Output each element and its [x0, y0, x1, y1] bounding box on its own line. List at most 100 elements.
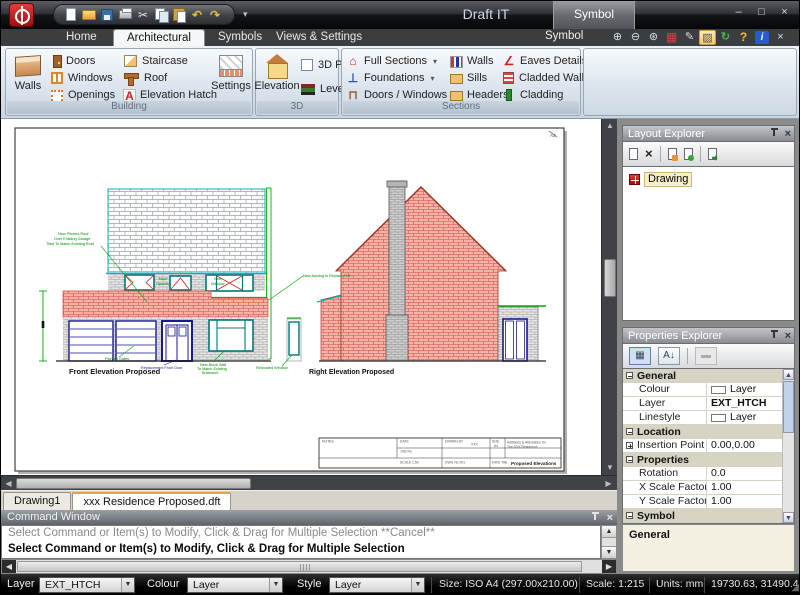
- pin-icon[interactable]: [591, 511, 600, 523]
- walls-button[interactable]: Walls: [8, 52, 48, 102]
- tab-architectural[interactable]: Architectural: [113, 29, 205, 46]
- staircase-button[interactable]: Staircase: [123, 53, 217, 69]
- windows-button[interactable]: Windows: [50, 70, 115, 86]
- zoom-out-icon[interactable]: ⊖: [627, 30, 644, 45]
- context-tab-symbol[interactable]: Symbol: [553, 1, 635, 29]
- scroll-up-icon[interactable]: ▲: [602, 119, 618, 133]
- title-block[interactable]: NOTES DATE DRAWN BY XXX JOB No SIZE A4 A…: [319, 438, 561, 468]
- canvas-vertical-scrollbar[interactable]: ▲ ▼: [601, 119, 617, 475]
- layout-tree-item-drawing[interactable]: Drawing: [629, 172, 794, 187]
- cut-icon[interactable]: ✂: [134, 6, 152, 23]
- maximize-button[interactable]: □: [753, 5, 770, 20]
- foundations-button[interactable]: ⊥Foundations▾: [346, 70, 457, 86]
- qat-customize-caret-icon[interactable]: ▾: [243, 9, 248, 20]
- category-row[interactable]: Properties: [623, 453, 794, 467]
- scroll-right-icon[interactable]: ▶: [602, 560, 616, 573]
- draw-line-icon[interactable]: ✎: [681, 30, 698, 45]
- dropdown-caret-icon[interactable]: ▼: [411, 578, 424, 592]
- undo-icon[interactable]: ↶: [188, 6, 206, 23]
- layer-dropdown[interactable]: EXT_HTCH▼: [39, 577, 135, 593]
- paste-icon[interactable]: [170, 6, 188, 23]
- scroll-right-icon[interactable]: ▶: [601, 476, 616, 491]
- style-dropdown[interactable]: Layer▼: [329, 577, 425, 593]
- resize-grip-icon[interactable]: ◢: [791, 582, 799, 593]
- tab-views-settings[interactable]: Views & Settings: [263, 29, 375, 46]
- grid-scroll-thumb[interactable]: [783, 381, 794, 433]
- new-icon[interactable]: [62, 6, 80, 23]
- drawing-canvas[interactable]: A2: [1, 119, 601, 475]
- canvas-horizontal-scrollbar[interactable]: ◀ ▶: [1, 475, 617, 490]
- doors-button[interactable]: Doors: [50, 53, 115, 69]
- tab-home[interactable]: Home: [53, 29, 110, 46]
- walls-section-button[interactable]: Walls: [450, 53, 509, 69]
- dropdown-caret-icon: ▾: [433, 57, 437, 66]
- new-layout-icon[interactable]: [629, 148, 638, 160]
- scroll-left-icon[interactable]: ◀: [2, 560, 16, 573]
- colour-dropdown[interactable]: Layer▼: [187, 577, 283, 593]
- copy-icon[interactable]: [152, 6, 170, 23]
- snap-grid-icon[interactable]: ▦: [663, 30, 680, 45]
- sills-button[interactable]: Sills: [450, 70, 509, 86]
- roof-button[interactable]: Roof: [123, 70, 217, 86]
- close-panel-icon[interactable]: ×: [607, 511, 613, 525]
- redo-icon[interactable]: ↷: [206, 6, 224, 23]
- close-button[interactable]: ×: [776, 5, 793, 20]
- category-row[interactable]: General: [623, 369, 794, 383]
- export-layout-icon[interactable]: [708, 148, 717, 160]
- elevation-button[interactable]: Elevation: [257, 52, 297, 102]
- app-menu-icon[interactable]: [9, 3, 34, 27]
- minimize-button[interactable]: –: [730, 5, 747, 20]
- command-history[interactable]: Select Command or Item(s) to Modify, Cli…: [1, 525, 601, 559]
- doc-tab-drawing1[interactable]: Drawing1: [3, 492, 71, 510]
- scroll-up-icon[interactable]: ▲: [783, 369, 794, 380]
- vertical-scroll-thumb[interactable]: [604, 259, 616, 297]
- help-icon[interactable]: ?: [735, 30, 752, 45]
- refresh-icon[interactable]: ↻: [717, 30, 734, 45]
- pin-icon[interactable]: [770, 329, 779, 341]
- property-row[interactable]: Insertion Point 0.00,0.00: [623, 439, 794, 453]
- property-row[interactable]: X Scale Factor 1.00: [623, 481, 794, 495]
- doc-tab-residence[interactable]: xxx Residence Proposed.dft: [72, 492, 231, 510]
- category-row[interactable]: Symbol: [623, 509, 794, 523]
- close-panel-icon[interactable]: ×: [785, 329, 791, 343]
- property-row[interactable]: Y Scale Factor 1.00: [623, 495, 794, 509]
- command-vertical-scrollbar[interactable]: ▲ ▼: [601, 525, 617, 559]
- delete-layout-icon[interactable]: ×: [645, 148, 653, 160]
- zoom-in-icon[interactable]: ⊕: [609, 30, 626, 45]
- property-row[interactable]: Linestyle Layer: [623, 411, 794, 425]
- cladded-walls-button[interactable]: Cladded Walls: [502, 70, 590, 86]
- scroll-down-icon[interactable]: ▼: [783, 512, 794, 523]
- save-icon[interactable]: [98, 6, 116, 23]
- scroll-down-icon[interactable]: ▼: [602, 461, 618, 475]
- dropdown-caret-icon[interactable]: ▼: [121, 578, 134, 592]
- strip-close-icon[interactable]: ×: [772, 30, 789, 45]
- scroll-up-icon[interactable]: ▲: [602, 526, 616, 538]
- pin-icon[interactable]: [770, 127, 779, 139]
- info-icon[interactable]: i: [755, 31, 769, 44]
- grid-scrollbar[interactable]: ▲ ▼: [782, 369, 794, 523]
- refresh-layout-icon[interactable]: [684, 148, 693, 160]
- command-horizontal-scrollbar[interactable]: ◀ ▶: [1, 559, 617, 574]
- horizontal-scroll-thumb[interactable]: [16, 478, 251, 489]
- relocated-window[interactable]: [287, 318, 301, 361]
- scroll-left-icon[interactable]: ◀: [1, 476, 16, 491]
- symbol-tool-active-icon[interactable]: ▨: [699, 30, 716, 45]
- property-row[interactable]: Rotation 0.0: [623, 467, 794, 481]
- eaves-details-button[interactable]: ∠Eaves Details: [502, 53, 590, 69]
- open-icon[interactable]: [80, 6, 98, 23]
- property-row[interactable]: Colour Layer: [623, 383, 794, 397]
- dropdown-caret-icon[interactable]: ▼: [269, 578, 282, 592]
- zoom-pan-icon[interactable]: ⊛: [645, 30, 662, 45]
- categorized-view-button[interactable]: ▦: [629, 347, 651, 365]
- horizontal-scroll-thumb[interactable]: [17, 561, 582, 572]
- layout-properties-icon[interactable]: [668, 148, 677, 160]
- full-sections-button[interactable]: ⌂Full Sections▾: [346, 53, 457, 69]
- print-icon[interactable]: [116, 6, 134, 23]
- category-row[interactable]: Location: [623, 425, 794, 439]
- alphabetical-sort-button[interactable]: A↓: [658, 347, 680, 365]
- sheet-size-status: Size: ISO A4 (297.00x210.00): [439, 578, 578, 590]
- property-row[interactable]: Layer EXT_HTCH: [623, 397, 794, 411]
- settings-button[interactable]: Settings: [211, 52, 251, 102]
- close-panel-icon[interactable]: ×: [785, 127, 791, 141]
- scroll-down-icon[interactable]: ▼: [602, 546, 616, 558]
